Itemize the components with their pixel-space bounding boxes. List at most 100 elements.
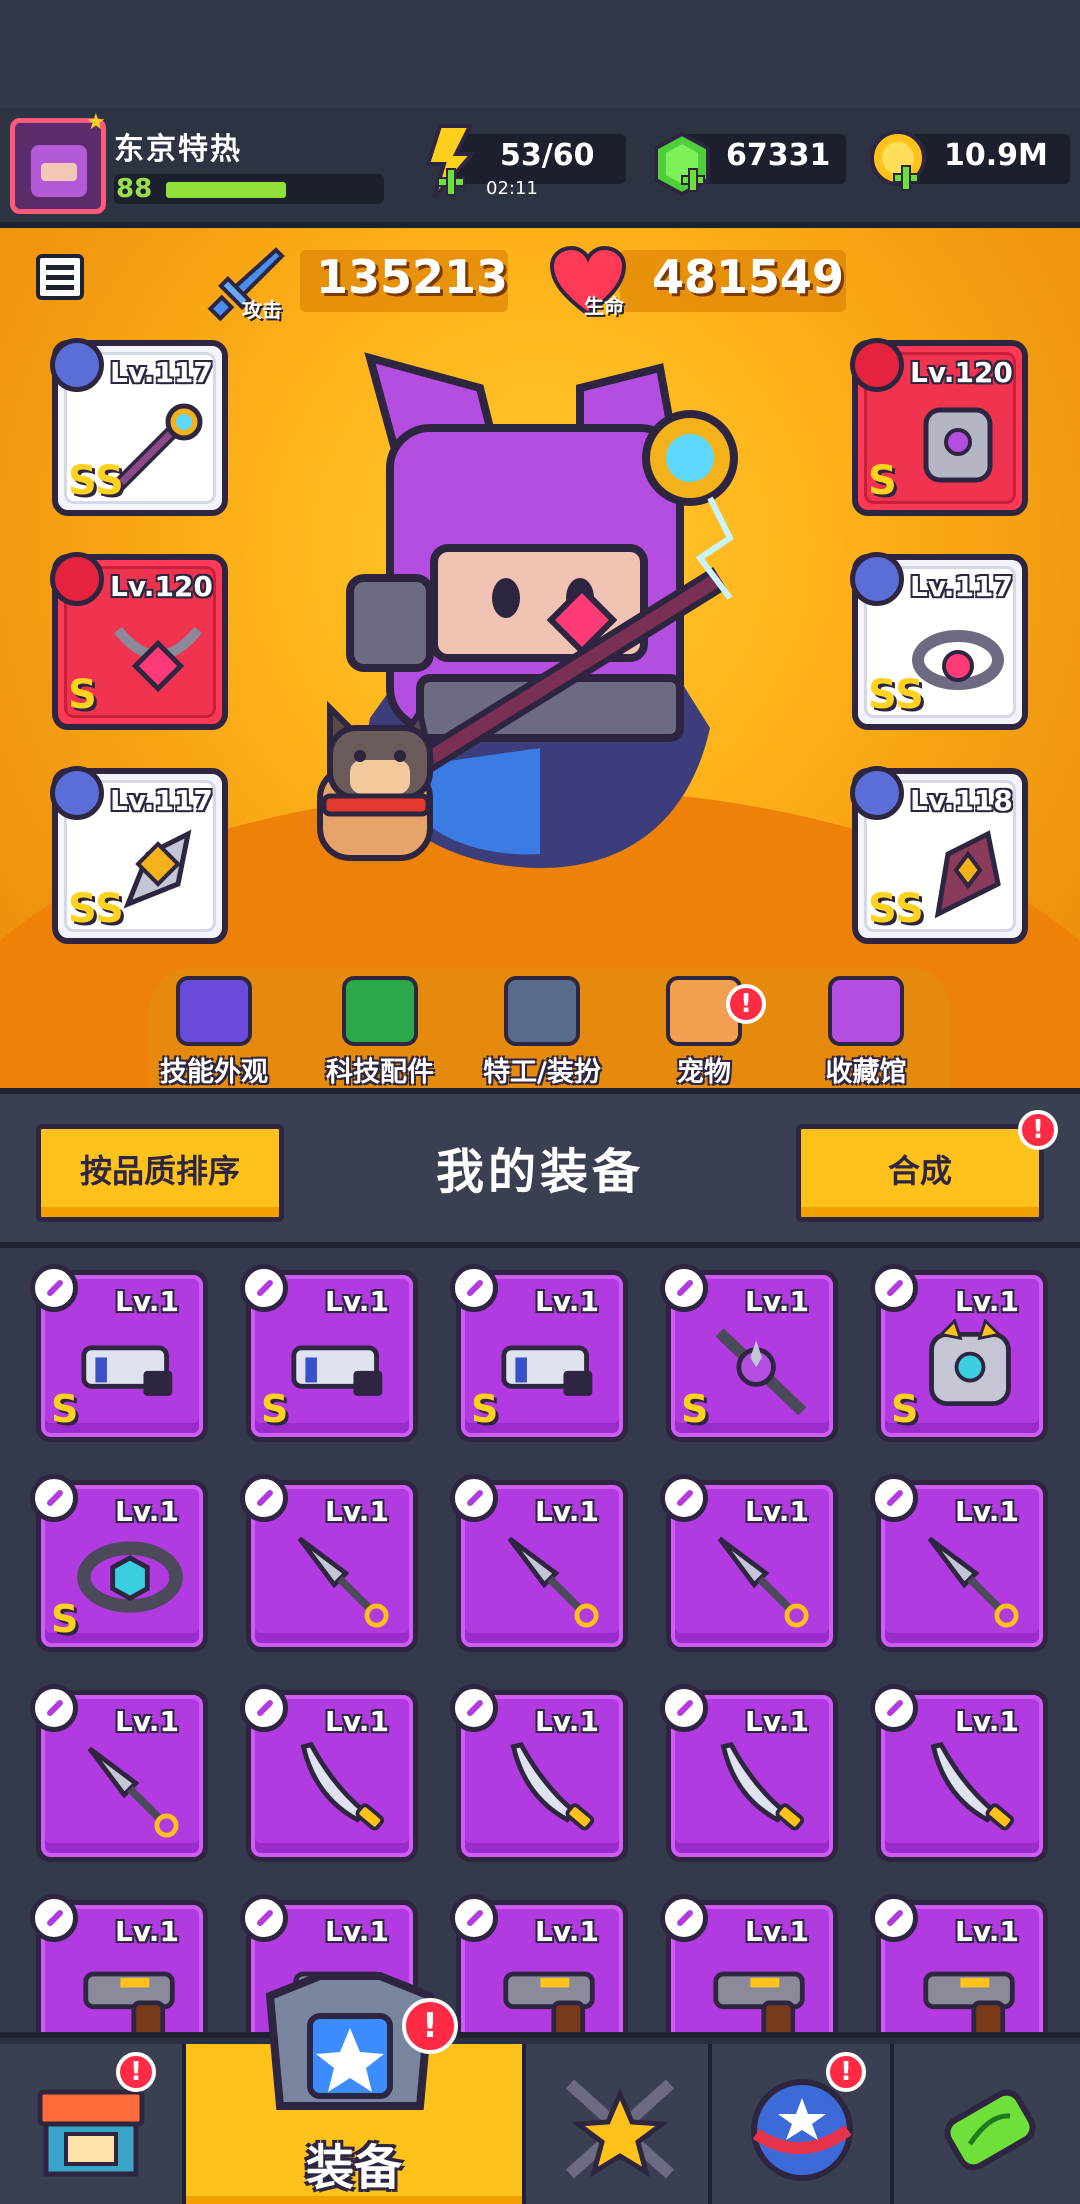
alert-icon: !	[402, 1998, 458, 2054]
inventory-item[interactable]: Lv.1 S	[30, 1474, 208, 1652]
slot-type-icon	[450, 1264, 498, 1312]
rank-badge: S	[51, 1597, 79, 1641]
hub-skill-skins[interactable]: 技能外观	[134, 976, 294, 1088]
inventory-item[interactable]: Lv.1	[870, 1684, 1048, 1862]
nav-events[interactable]	[712, 2044, 894, 2204]
spike-staff-icon	[715, 1328, 807, 1416]
item-level: Lv.1	[745, 1495, 809, 1528]
inventory-item[interactable]: Lv.1	[450, 1684, 628, 1862]
inventory-item[interactable]: Lv.1 S	[660, 1264, 838, 1442]
blaster-icon	[291, 1345, 383, 1396]
boots-slot-icon	[850, 766, 904, 820]
slot-type-icon	[240, 1264, 288, 1312]
equip-slot-weapon[interactable]: Lv.117 SS	[50, 338, 228, 516]
inventory-item[interactable]: Lv.1 S	[450, 1264, 628, 1442]
revolver-icon	[503, 1971, 595, 2032]
hub-agent-outfit[interactable]: 特工/装扮	[462, 976, 622, 1088]
rank-badge: S	[681, 1387, 709, 1431]
inventory-item[interactable]: Lv.1	[30, 1684, 208, 1862]
item-level: Lv.1	[325, 1915, 389, 1948]
inventory-item[interactable]: Lv.1	[30, 1894, 208, 2032]
sword-icon	[300, 1741, 385, 1831]
inventory-item[interactable]: Lv.1 S	[240, 1264, 418, 1442]
shop-stall-icon	[37, 2089, 145, 2177]
equip-slot-armor[interactable]: Lv.120 S	[850, 338, 1028, 516]
slot-level: Lv.118	[910, 784, 1013, 817]
nav-shop[interactable]	[0, 2044, 186, 2204]
hero-stage: 攻击 135213 生命 481549 Lv.117 SS Lv.120 S L…	[0, 228, 1080, 1088]
slot-level: Lv.120	[110, 570, 213, 603]
bottom-nav: ! 装备 ! !	[0, 1972, 1080, 2204]
inventory-item[interactable]: Lv.1	[240, 1684, 418, 1862]
hub-collection[interactable]: 收藏馆	[786, 976, 946, 1088]
avatar-mask	[41, 163, 77, 181]
hub-label: 收藏馆	[825, 1057, 907, 1088]
slot-type-icon	[870, 1684, 918, 1732]
sword-icon	[930, 1741, 1015, 1831]
hub-tech-parts[interactable]: 科技配件	[300, 976, 460, 1088]
inventory-item[interactable]: Lv.1 S	[870, 1264, 1048, 1442]
revolver-icon	[83, 1971, 175, 2032]
slot-level: Lv.117	[110, 784, 213, 817]
skin-hat-icon	[176, 976, 252, 1046]
inventory-item[interactable]: Lv.1	[450, 1894, 628, 2032]
gem-value: 67331	[726, 138, 831, 173]
rank-badge: SS	[868, 672, 924, 718]
collection-chest-icon	[828, 976, 904, 1046]
coin-value: 10.9M	[944, 138, 1048, 173]
inventory-item[interactable]: Lv.1	[450, 1474, 628, 1652]
item-level: Lv.1	[325, 1705, 389, 1738]
slot-level: Lv.117	[110, 356, 213, 389]
slot-type-icon	[30, 1894, 78, 1942]
equip-slot-glove[interactable]: Lv.117 SS	[50, 766, 228, 944]
slot-type-icon	[240, 1894, 288, 1942]
kunai-icon	[927, 1536, 1019, 1628]
blaster-icon	[501, 1345, 593, 1396]
item-level: Lv.1	[115, 1495, 179, 1528]
equip-slot-belt[interactable]: Lv.117 SS	[850, 552, 1028, 730]
nav-dna-lab[interactable]	[894, 2044, 1080, 2204]
list-menu-icon[interactable]	[36, 254, 84, 300]
item-level: Lv.1	[325, 1285, 389, 1318]
merge-button[interactable]: 合成	[796, 1124, 1044, 1222]
rank-badge: SS	[68, 458, 124, 504]
status-strip	[0, 0, 1080, 110]
hub-label: 技能外观	[160, 1057, 268, 1088]
slot-type-icon	[30, 1264, 78, 1312]
hub-label: 科技配件	[326, 1057, 434, 1088]
item-level: Lv.1	[955, 1285, 1019, 1318]
rank-badge: S	[261, 1387, 289, 1431]
equip-slot-boots[interactable]: Lv.118 SS	[850, 766, 1028, 944]
inventory-item[interactable]: Lv.1	[870, 1474, 1048, 1652]
glove-slot-icon	[50, 766, 104, 820]
armor-gear-icon	[923, 407, 993, 483]
item-level: Lv.1	[325, 1495, 389, 1528]
inventory-item[interactable]: Lv.1	[660, 1894, 838, 2032]
nav-battle[interactable]	[526, 2044, 712, 2204]
slot-level: Lv.120	[910, 356, 1013, 389]
inventory-item[interactable]: Lv.1 S	[30, 1264, 208, 1442]
armor-slot-icon	[850, 338, 904, 392]
kunai-icon	[507, 1536, 599, 1628]
dna-capsule-icon	[944, 2089, 1036, 2171]
slot-type-icon	[870, 1894, 918, 1942]
inventory-item[interactable]: Lv.1	[660, 1474, 838, 1652]
kunai-icon	[297, 1536, 389, 1628]
green-gem-icon	[654, 132, 710, 197]
player-name: 东京特热	[114, 132, 242, 167]
tech-chip-icon	[342, 976, 418, 1046]
blaster-icon	[81, 1345, 173, 1396]
inventory-item[interactable]: Lv.1	[660, 1684, 838, 1862]
gold-coin-icon	[870, 130, 926, 191]
sword-icon	[510, 1741, 595, 1831]
item-level: Lv.1	[535, 1915, 599, 1948]
inventory-item[interactable]: Lv.1	[240, 1474, 418, 1652]
slot-type-icon	[450, 1894, 498, 1942]
slot-level: Lv.117	[910, 570, 1013, 603]
inventory-item[interactable]: Lv.1	[870, 1894, 1048, 2032]
attack-label: 攻击	[242, 298, 282, 322]
slot-type-icon	[30, 1474, 78, 1522]
slot-type-icon	[450, 1474, 498, 1522]
equip-slot-necklace[interactable]: Lv.120 S	[50, 552, 228, 730]
energy-bolt-icon	[425, 124, 476, 200]
